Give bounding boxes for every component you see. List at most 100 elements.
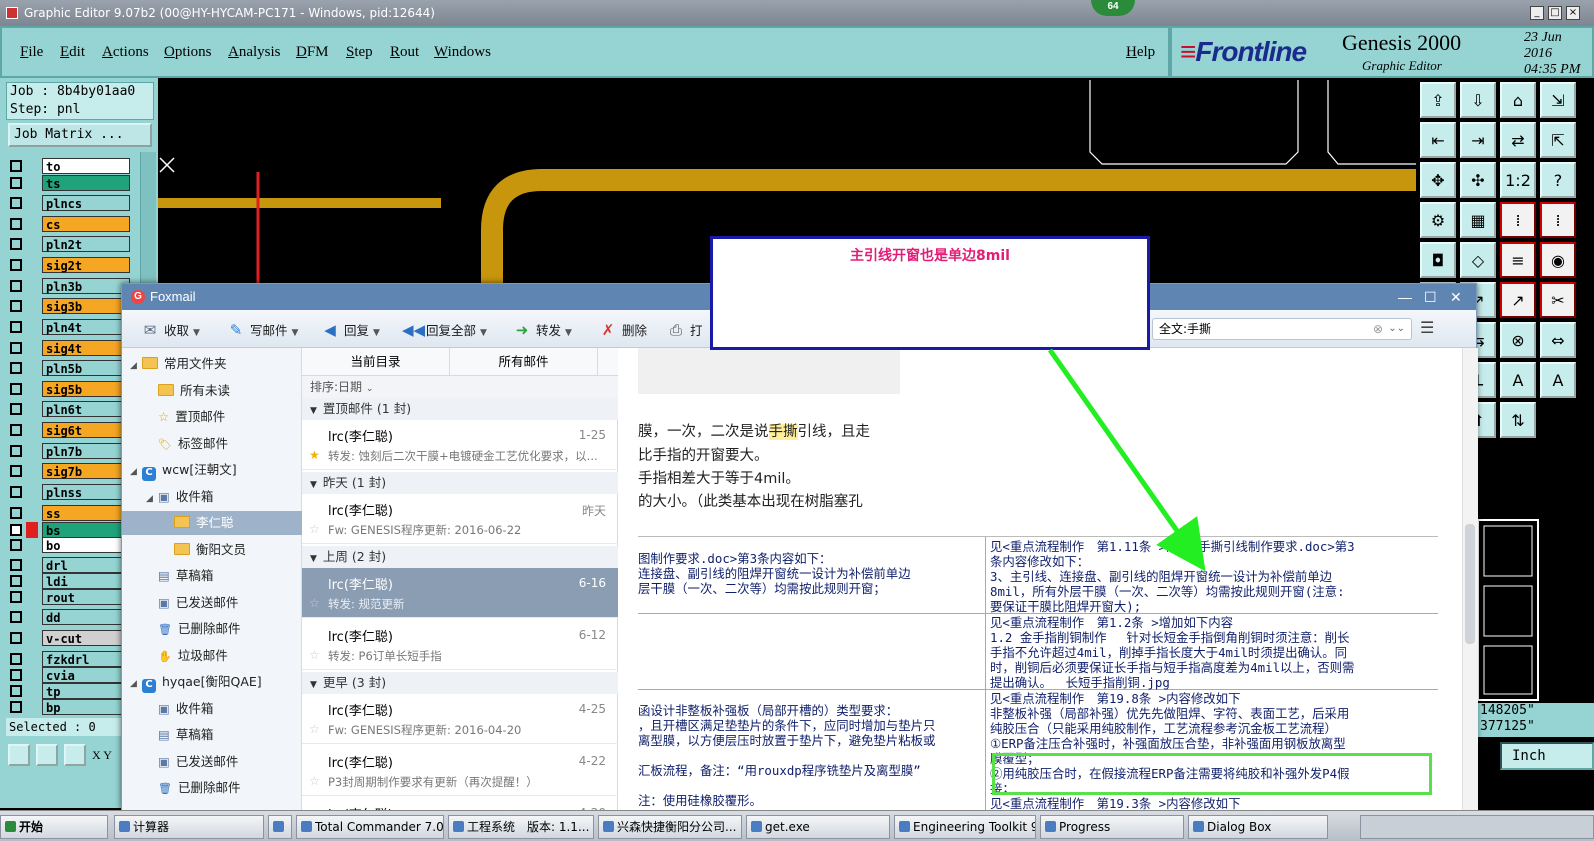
collapse-icon[interactable]: ▼ [310, 406, 317, 416]
folder-trash-item[interactable]: 🗑 已删除邮件 [122, 776, 302, 800]
folder-draft-item[interactable]: ▤ 草稿箱 [122, 564, 302, 588]
layer-label[interactable]: sig5b [42, 381, 130, 397]
folder-sent-item[interactable]: ▣ 已发送邮件 [122, 591, 302, 615]
zoom-in-icon[interactable]: ⇩ [1460, 82, 1496, 118]
star-icon[interactable]: ☆ [309, 722, 320, 736]
mail-item[interactable]: lrc(李仁聪) 6-12 ☆ 转发: P6订单长短手指 [302, 620, 618, 670]
compose-button[interactable]: ✎ 写邮件 ▼ [226, 320, 299, 339]
layer-row[interactable]: sig4t [6, 339, 130, 357]
layer-label[interactable]: fzkdrl [42, 651, 130, 667]
expand-icon[interactable]: ◢ [146, 487, 158, 511]
receive-button[interactable]: ✉ 收取 ▼ [140, 320, 200, 339]
folder-tag-item[interactable]: 🏷 标签邮件 [122, 432, 302, 456]
settings-icon[interactable]: ⚙ [1420, 202, 1456, 238]
menu-step[interactable]: Step [346, 44, 373, 61]
layer-label[interactable]: sig4t [42, 340, 130, 356]
layer-row[interactable]: sig6t [6, 421, 130, 439]
layer-row[interactable]: bo [6, 536, 130, 554]
star-icon[interactable]: ☆ [309, 774, 320, 788]
layer-row[interactable]: ts [6, 174, 130, 192]
taskbar-item[interactable]: 兴森快捷衡阳分公司... [598, 815, 742, 839]
layer-checkbox[interactable] [10, 403, 22, 415]
pan-right-icon[interactable]: ⇥ [1460, 122, 1496, 158]
start-button[interactable]: 开始 [0, 815, 108, 839]
measure-tool-button[interactable] [36, 744, 58, 766]
menu-rout[interactable]: Rout [390, 44, 419, 61]
layer-row[interactable]: sig2t [6, 256, 130, 274]
expand-icon[interactable]: ◢ [130, 460, 142, 484]
mail-item[interactable]: lrc(李仁聪) 4-25 ☆ Fw: GENESIS程序更新: 2016-04-20 [302, 694, 618, 744]
layer-label[interactable]: sig2t [42, 257, 130, 273]
folder-folder-item[interactable]: 所有未读 [122, 379, 302, 403]
layer-checkbox[interactable] [10, 701, 22, 713]
menu-analysis[interactable]: Analysis [228, 44, 281, 61]
layer-label[interactable]: drl [42, 557, 130, 573]
folder-junk-item[interactable]: ✋ 垃圾邮件 [122, 644, 302, 668]
menu-file[interactable]: File [20, 44, 43, 61]
menu-edit[interactable]: Edit [60, 44, 85, 61]
minimize-button[interactable]: _ [1530, 6, 1544, 20]
group-header[interactable]: ▼ 上周 (2 封) [302, 546, 618, 568]
taskbar-item[interactable]: 计算器 [114, 815, 264, 839]
layer-checkbox[interactable] [10, 321, 22, 333]
center-icon[interactable]: ✣ [1460, 162, 1496, 198]
layer-row[interactable]: v-cut [6, 629, 130, 647]
layer-label[interactable]: plncs [42, 195, 130, 211]
stretch-icon[interactable]: ⇔ [1540, 322, 1576, 358]
taskbar-item[interactable]: Dialog Box [1188, 815, 1328, 839]
layer-checkbox[interactable] [10, 218, 22, 230]
sort-selector[interactable]: 排序:日期 ⌄ [302, 376, 618, 398]
layer-label[interactable]: sig7b [42, 463, 130, 479]
layer-label[interactable]: pln5b [42, 360, 130, 376]
search-options-icon[interactable]: ⌄⌄ [1388, 319, 1405, 339]
layer-checkbox[interactable] [10, 445, 22, 457]
shape-icon[interactable]: ◇ [1460, 242, 1496, 278]
mail-item[interactable]: lrc(李仁聪) 4-22 ☆ P3封周期制作要求有更新（再次提醒！） [302, 746, 618, 796]
layer-checkbox[interactable] [10, 383, 22, 395]
layer-checkbox[interactable] [10, 507, 22, 519]
tab-all-mail[interactable]: 所有邮件 [450, 348, 598, 376]
layer-row[interactable]: plnss [6, 483, 130, 501]
group-header[interactable]: ▼ 昨天 (1 封) [302, 472, 618, 494]
print-button[interactable]: ⎙ 打 [666, 320, 703, 339]
folder-folder-item[interactable]: ◢ 常用文件夹 [122, 352, 302, 376]
forward-button[interactable]: ➜ 转发 ▼ [512, 320, 572, 339]
layer-row[interactable]: sig3b [6, 297, 130, 315]
layer-checkbox[interactable] [10, 524, 22, 536]
layer-label[interactable]: pln2t [42, 236, 130, 252]
layer-checkbox[interactable] [10, 653, 22, 665]
layer-checkbox[interactable] [10, 465, 22, 477]
expand-icon[interactable]: ◢ [130, 354, 142, 378]
taskbar-item[interactable]: Progress [1040, 815, 1184, 839]
layer-row[interactable]: pln2t [6, 235, 130, 253]
folder-folder-item[interactable]: 衡阳文员 [122, 538, 302, 562]
layer-label[interactable]: dd [42, 609, 130, 625]
collapse-icon[interactable]: ▼ [310, 480, 317, 490]
group-header[interactable]: ▼ 更早 (3 封) [302, 672, 618, 694]
layer-checkbox[interactable] [10, 300, 22, 312]
circle-icon[interactable]: ◉ [1540, 242, 1576, 278]
zoom-fit-icon[interactable]: ⇲ [1540, 82, 1576, 118]
star-icon[interactable]: ☆ [309, 596, 320, 610]
layer-label[interactable]: cs [42, 216, 130, 232]
maximize-button[interactable]: □ [1548, 6, 1562, 20]
layer-label[interactable]: pln4t [42, 319, 130, 335]
reading-scroll-thumb[interactable] [1465, 524, 1475, 644]
home-view-icon[interactable]: ⌂ [1500, 82, 1536, 118]
layer-label[interactable]: pln6t [42, 401, 130, 417]
layer-label[interactable]: ss [42, 505, 130, 521]
layer-row[interactable]: pln5b [6, 359, 130, 377]
taskbar-item[interactable]: Total Commander 7.0 ... [296, 815, 444, 839]
layer-label[interactable]: pln7b [42, 443, 130, 459]
layer-row[interactable]: sig7b [6, 462, 130, 480]
layer-label[interactable]: sig6t [42, 422, 130, 438]
layer-label[interactable]: pln3b [42, 278, 130, 294]
folder-account-item[interactable]: ◢ Chyqae[衡阳QAE] [122, 670, 302, 694]
layer-row[interactable]: cs [6, 215, 130, 233]
layer-checkbox[interactable] [10, 362, 22, 374]
menu-options[interactable]: Options [164, 44, 212, 61]
menu-actions[interactable]: Actions [102, 44, 149, 61]
layer-label[interactable]: bp [42, 699, 130, 715]
taskbar-item[interactable]: Engineering Toolkit 9.0... [894, 815, 1036, 839]
layer-checkbox[interactable] [10, 259, 22, 271]
